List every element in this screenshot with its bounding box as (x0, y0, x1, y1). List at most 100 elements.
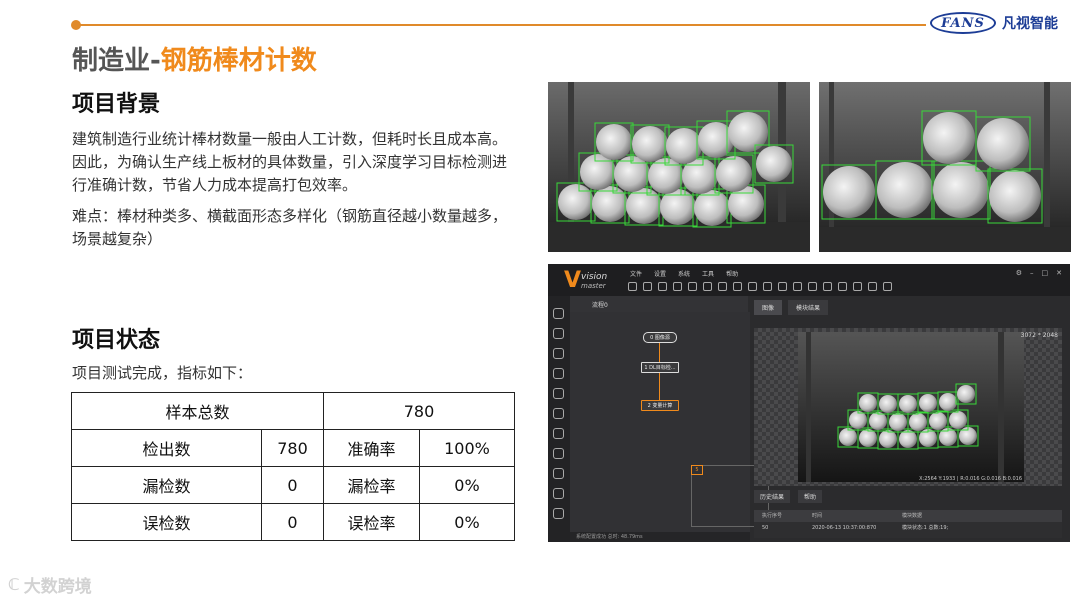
flow-node-detect[interactable]: 1 DL目标检... (641, 362, 679, 373)
image-viewer[interactable]: 3072 * 2048 X:2564 Y:1933 | R:0.016 G:0.… (754, 328, 1062, 486)
sidebar-icon[interactable] (553, 348, 564, 359)
flow-canvas[interactable]: 0 图像源 1 DL目标检... 2 变量计算 5 (570, 312, 769, 532)
rod-cross-section (889, 413, 907, 431)
watermark: ℂ 大数跨境 (8, 572, 92, 597)
rate-value: 100% (419, 429, 515, 467)
rod-cross-section (596, 124, 632, 160)
rod-cross-section (949, 411, 967, 429)
brand-logo: FANS 凡视智能 (930, 12, 1058, 34)
tool-icon[interactable] (673, 282, 682, 291)
rod-cross-section (929, 412, 947, 430)
watermark-icon: ℂ (8, 575, 20, 594)
tab-history[interactable]: 历史结果 (754, 490, 791, 503)
minimap-viewport[interactable]: 5 (691, 465, 703, 475)
sidebar-icon[interactable] (553, 388, 564, 399)
logo-mark: FANS (930, 12, 996, 34)
tool-icon[interactable] (763, 282, 772, 291)
tool-icon[interactable] (853, 282, 862, 291)
tool-icon[interactable] (628, 282, 637, 291)
tool-icon[interactable] (778, 282, 787, 291)
tool-icon[interactable] (718, 282, 727, 291)
sidebar-icon[interactable] (553, 328, 564, 339)
window-controls: ⚙ – □ ✕ (1016, 269, 1062, 277)
resolution-readout: 3072 * 2048 (1020, 332, 1058, 339)
sidebar-icon[interactable] (553, 468, 564, 479)
flow-node-calc[interactable]: 2 变量计算 (641, 400, 679, 411)
rod-cross-section (859, 429, 877, 447)
rate-label: 准确率 (323, 429, 420, 467)
tool-icon[interactable] (883, 282, 892, 291)
menu-item[interactable]: 文件 (630, 269, 642, 278)
rate-label: 漏检率 (323, 466, 420, 504)
flow-edge (659, 373, 660, 400)
rod-cross-section (989, 170, 1041, 222)
metrics-table: 样本总数 780 检出数 780 准确率 100% 漏检数 0 漏检率 0% 误… (71, 392, 515, 541)
menu-item[interactable]: 工具 (702, 269, 714, 278)
sidebar-icon[interactable] (553, 428, 564, 439)
tool-icon[interactable] (838, 282, 847, 291)
tool-icon[interactable] (643, 282, 652, 291)
tool-icon[interactable] (658, 282, 667, 291)
tool-icon[interactable] (748, 282, 757, 291)
rod-cross-section (877, 162, 933, 218)
sidebar-icon[interactable] (553, 368, 564, 379)
result-table: 执行序号 时间 模块数据 50 2020-06-13 10:37:00:870 … (754, 510, 1062, 538)
table-row: 检出数 780 准确率 100% (71, 429, 515, 467)
tab-image[interactable]: 图像 (754, 300, 783, 315)
settings-icon[interactable]: ⚙ (1016, 269, 1022, 277)
table-row[interactable]: 50 2020-06-13 10:37:00:870 模块状态:1 总数:19; (754, 522, 1062, 534)
flow-node-source[interactable]: 0 图像源 (643, 332, 677, 343)
app-logo-v: V (564, 268, 582, 293)
sidebar-icon[interactable] (553, 488, 564, 499)
sidebar-icon[interactable] (553, 448, 564, 459)
rod-cross-section (957, 385, 975, 403)
minimize-icon[interactable]: – (1030, 269, 1034, 277)
rod-cross-section (879, 430, 897, 448)
sidebar-icon[interactable] (553, 408, 564, 419)
tool-icon[interactable] (868, 282, 877, 291)
sidebar-icon[interactable] (553, 308, 564, 319)
rod-cross-section (899, 395, 917, 413)
table-row: 误检数 0 误检率 0% (71, 503, 515, 541)
pixel-readout: X:2564 Y:1933 | R:0.016 G:0.016 B:0.016 (919, 476, 1022, 482)
rod-cross-section (632, 126, 668, 162)
detection-photo-right (819, 82, 1071, 252)
result-cell: 50 (762, 525, 769, 531)
rod-cross-section (849, 411, 867, 429)
tool-icon[interactable] (823, 282, 832, 291)
menu-item[interactable]: 设置 (654, 269, 666, 278)
view-tabs: 图像 模块结果 (754, 300, 829, 315)
background-heading: 项目背景 (72, 92, 161, 117)
tool-sidebar (548, 296, 570, 542)
maximize-icon[interactable]: □ (1042, 269, 1049, 277)
row-value: 0 (261, 466, 324, 504)
close-icon[interactable]: ✕ (1056, 269, 1062, 277)
tool-icon[interactable] (808, 282, 817, 291)
app-logo-top: vision (581, 272, 608, 282)
detection-photo-left (548, 82, 810, 252)
tool-icon[interactable] (733, 282, 742, 291)
row-label: 漏检数 (71, 466, 262, 504)
rod-cross-section (558, 184, 594, 220)
rod-cross-section (728, 112, 768, 152)
rod-cross-section (823, 166, 875, 218)
menu-item[interactable]: 帮助 (726, 269, 738, 278)
vision-master-screenshot: V vision master 文件 设置 系统 工具 帮助 ⚙ – □ ✕ 流… (548, 264, 1070, 542)
tab-module-result[interactable]: 模块结果 (788, 300, 829, 315)
rod-cross-section (933, 162, 989, 218)
flow-tab[interactable]: 流程0 (592, 300, 608, 309)
tool-icon[interactable] (703, 282, 712, 291)
rod-cross-section (899, 430, 917, 448)
tool-icon[interactable] (793, 282, 802, 291)
status-intro: 项目测试完成，指标如下： (72, 364, 253, 382)
tab-help[interactable]: 帮助 (798, 490, 823, 503)
tool-icon[interactable] (688, 282, 697, 291)
table-row: 漏检数 0 漏检率 0% (71, 466, 515, 504)
menu-item[interactable]: 系统 (678, 269, 690, 278)
result-header-cell: 时间 (812, 513, 823, 519)
result-cell: 模块状态:1 总数:19; (902, 525, 949, 531)
detection-image (548, 82, 810, 252)
sidebar-icon[interactable] (553, 508, 564, 519)
detection-image-closeup (819, 82, 1071, 252)
app-titlebar: V vision master 文件 设置 系统 工具 帮助 ⚙ – □ ✕ (548, 264, 1070, 296)
